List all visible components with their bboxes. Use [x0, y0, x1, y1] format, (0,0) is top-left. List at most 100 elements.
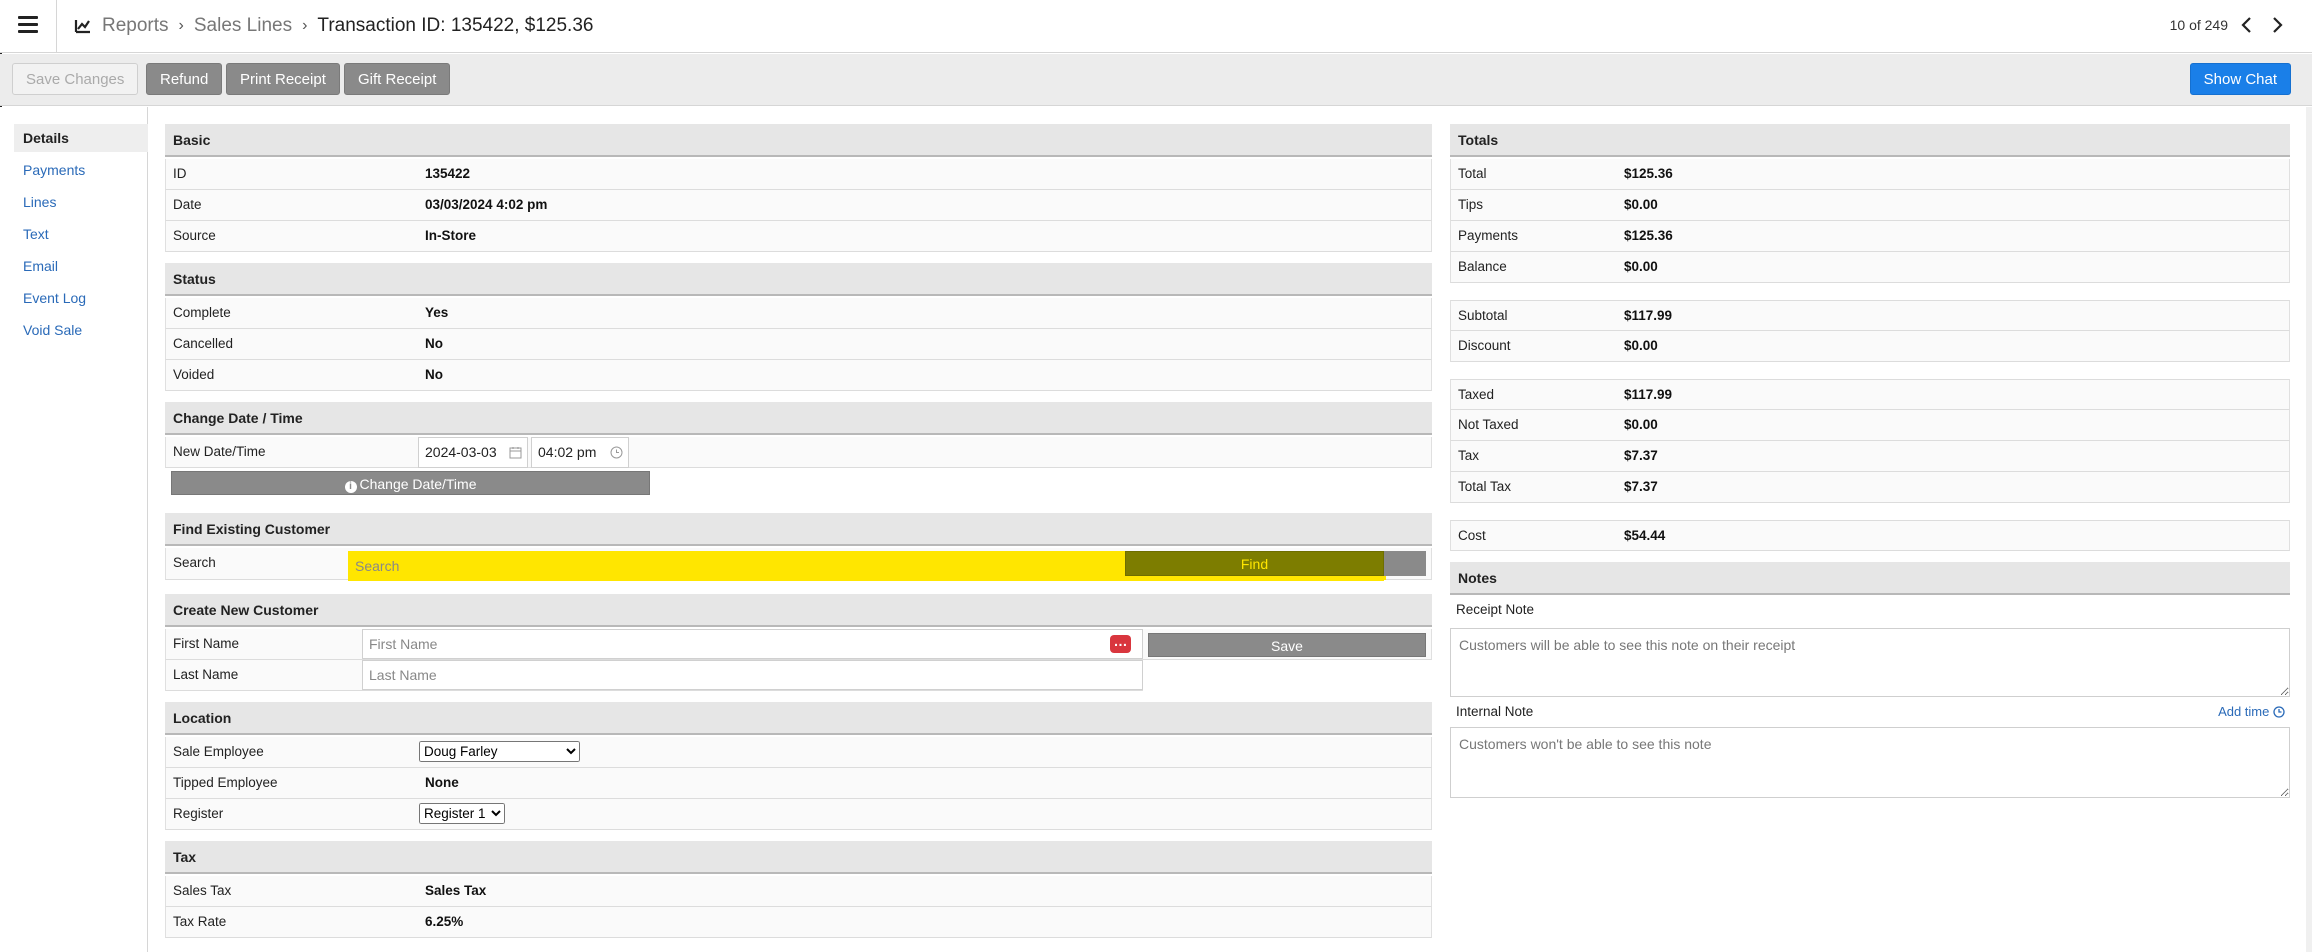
row-taxed: Taxed $117.99 [1450, 379, 2290, 410]
value-total: $125.36 [1624, 166, 1673, 181]
more-icon[interactable]: … [1110, 634, 1131, 653]
value-subtotal: $117.99 [1624, 308, 1673, 323]
divider [56, 0, 57, 53]
label-new-datetime: New Date/Time [173, 444, 266, 459]
chevron-right-icon[interactable] [2266, 14, 2288, 36]
row-total: Total $125.36 [1450, 159, 2290, 190]
row-sales-tax: Sales Tax Sales Tax [165, 876, 1432, 907]
time-input[interactable]: 04:02 pm [531, 437, 629, 468]
nav-void-sale[interactable]: Void Sale [14, 316, 148, 344]
info-icon: i [344, 481, 357, 493]
internal-note-textarea[interactable] [1450, 727, 2290, 798]
date-input[interactable]: 2024-03-03 [418, 437, 528, 468]
row-complete: Complete Yes [165, 298, 1432, 329]
label-tips: Tips [1458, 197, 1484, 212]
label-complete: Complete [173, 305, 231, 320]
value-tax: $7.37 [1624, 448, 1658, 463]
row-tips: Tips $0.00 [1450, 190, 2290, 221]
label-tax-rate: Tax Rate [173, 914, 227, 929]
breadcrumb-sales-lines[interactable]: Sales Lines [194, 15, 292, 37]
label-payments: Payments [1458, 228, 1519, 243]
save-customer-button[interactable]: Save [1148, 633, 1426, 657]
label-cost: Cost [1458, 528, 1486, 543]
find-button[interactable]: Find [1125, 551, 1384, 576]
label-date: Date [173, 197, 202, 212]
row-register: Register [165, 799, 1432, 830]
label-tipped-employee: Tipped Employee [173, 775, 278, 790]
row-source: Source In-Store [165, 221, 1432, 252]
value-complete: Yes [425, 305, 449, 320]
section-change-date-header: Change Date / Time [165, 402, 1432, 435]
menu-icon[interactable] [18, 16, 38, 36]
receipt-note-textarea[interactable] [1450, 628, 2290, 697]
value-taxed: $117.99 [1624, 387, 1673, 402]
label-not-taxed: Not Taxed [1458, 417, 1519, 432]
value-source: In-Store [425, 228, 477, 243]
nav-email[interactable]: Email [14, 252, 148, 280]
value-id: 135422 [425, 166, 471, 181]
toolbar: Save Changes Refund Print Receipt Gift R… [0, 54, 2312, 106]
breadcrumb: Reports › Sales Lines › Transaction ID: … [74, 14, 593, 38]
chevron-left-icon[interactable] [2236, 14, 2258, 36]
label-subtotal: Subtotal [1458, 308, 1508, 323]
label-tax: Tax [1458, 448, 1480, 463]
last-name-field[interactable] [362, 660, 1143, 690]
save-changes-button[interactable]: Save Changes [12, 63, 139, 95]
chart-line-icon [74, 20, 90, 34]
sale-employee-select[interactable]: Doug Farley [419, 741, 580, 762]
section-totals-header: Totals [1450, 124, 2290, 157]
nav-payments[interactable]: Payments [14, 156, 148, 184]
row-voided: Voided No [165, 360, 1432, 391]
refund-button[interactable]: Refund [146, 63, 223, 95]
section-notes-header: Notes [1450, 562, 2290, 595]
highlight-strip [1125, 576, 1384, 581]
change-datetime-button[interactable]: i Change Date/Time [171, 471, 650, 495]
internal-note-label: Internal Note [1456, 704, 1534, 719]
label-total: Total [1458, 166, 1487, 181]
value-balance: $0.00 [1624, 259, 1658, 274]
chevron-right-icon: › [302, 17, 308, 34]
value-cancelled: No [425, 336, 443, 351]
nav-lines[interactable]: Lines [14, 188, 148, 216]
label-voided: Voided [173, 367, 215, 382]
register-select[interactable]: Register 1 [419, 803, 505, 824]
label-first-name: First Name [173, 636, 240, 651]
first-name-field[interactable] [362, 629, 1143, 659]
row-date: Date 03/03/2024 4:02 pm [165, 190, 1432, 221]
value-tax-rate: 6.25% [425, 914, 464, 929]
print-receipt-button[interactable]: Print Receipt [226, 63, 340, 95]
label-sales-tax: Sales Tax [173, 883, 232, 898]
show-chat-button[interactable]: Show Chat [2189, 63, 2291, 95]
row-subtotal: Subtotal $117.99 [1450, 300, 2290, 331]
clock-icon[interactable] [610, 446, 623, 459]
value-payments: $125.36 [1624, 228, 1673, 243]
scrollbar[interactable] [2306, 107, 2312, 952]
nav-event-log[interactable]: Event Log [14, 284, 148, 312]
receipt-note-label: Receipt Note [1456, 602, 1535, 617]
label-total-tax: Total Tax [1458, 479, 1512, 494]
label-search: Search [173, 555, 216, 570]
row-payments: Payments $125.36 [1450, 221, 2290, 252]
gift-receipt-button[interactable]: Gift Receipt [344, 63, 451, 95]
label-taxed: Taxed [1458, 387, 1495, 402]
value-tips: $0.00 [1624, 197, 1658, 212]
section-status-header: Status [165, 263, 1432, 296]
row-tax-rate: Tax Rate 6.25% [165, 907, 1432, 938]
search-input[interactable] [348, 551, 1125, 581]
row-sale-employee: Sale Employee [165, 737, 1432, 768]
label-last-name: Last Name [173, 667, 239, 682]
row-total-tax: Total Tax $7.37 [1450, 472, 2290, 503]
pager-count: 10 of 249 [2169, 17, 2228, 33]
add-time-link[interactable]: Add time [2218, 704, 2285, 719]
date-value: 2024-03-03 [425, 444, 497, 460]
row-new-datetime: New Date/Time [165, 437, 1432, 468]
chevron-right-icon: › [178, 17, 184, 34]
row-discount: Discount $0.00 [1450, 331, 2290, 362]
label-id: ID [173, 166, 187, 181]
label-source: Source [173, 228, 216, 243]
calendar-icon[interactable] [509, 446, 522, 459]
nav-text[interactable]: Text [14, 220, 148, 248]
row-balance: Balance $0.00 [1450, 252, 2290, 283]
breadcrumb-reports[interactable]: Reports [102, 15, 169, 37]
nav-details[interactable]: Details [14, 124, 148, 152]
